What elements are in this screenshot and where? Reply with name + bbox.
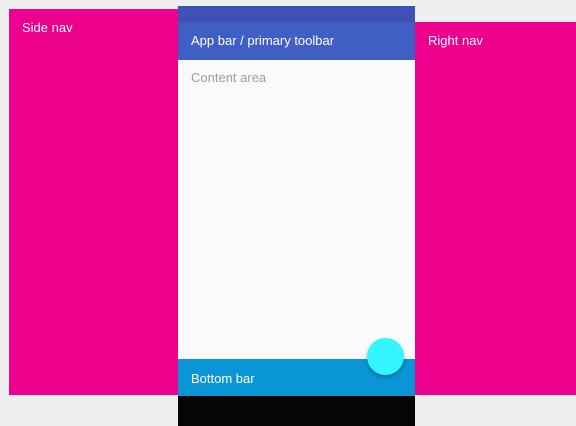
floating-action-button[interactable] [367,338,404,375]
bottom-bar-label: Bottom bar [191,371,255,386]
right-nav: Right nav [415,22,576,395]
phone-frame: App bar / primary toolbar Content area B… [178,6,415,426]
app-bar-label: App bar / primary toolbar [191,33,335,48]
side-nav-label: Side nav [22,20,73,35]
content-area: Content area [178,60,415,365]
system-nav-bar [178,396,415,426]
side-nav: Side nav [9,9,178,395]
content-area-label: Content area [191,70,267,85]
right-nav-label: Right nav [428,33,483,48]
app-bar: App bar / primary toolbar [178,22,415,60]
status-bar [178,6,415,22]
